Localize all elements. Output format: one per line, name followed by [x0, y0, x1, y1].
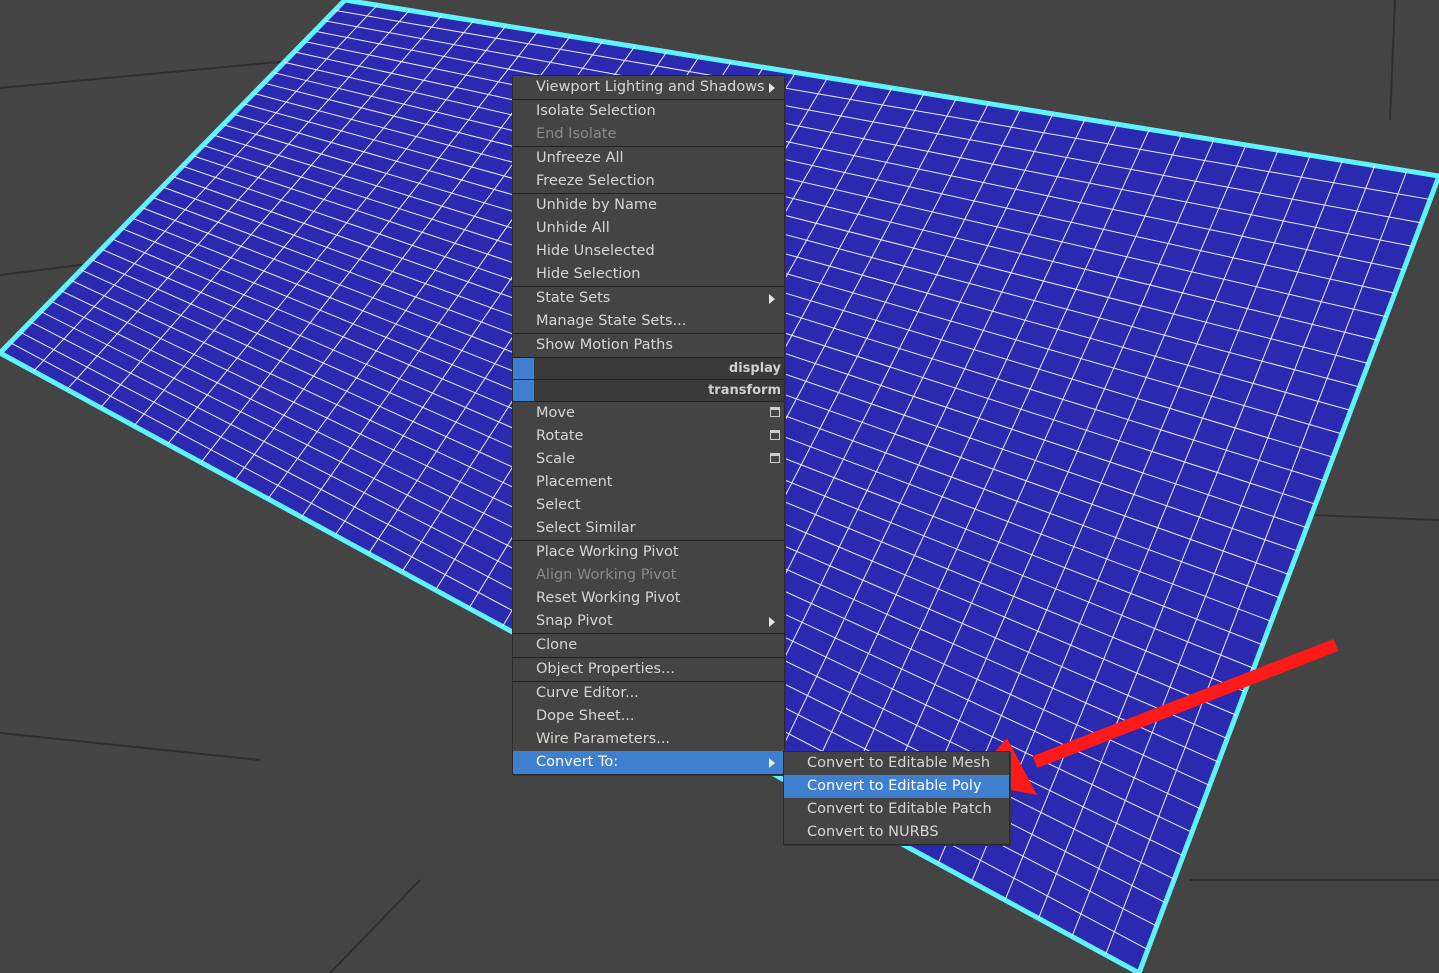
- submenu-arrow-icon: [769, 617, 775, 627]
- quad-header-transform[interactable]: transform: [513, 379, 784, 401]
- menu-item-reset-working-pivot[interactable]: Reset Working Pivot: [513, 587, 784, 610]
- menu-item-convert-to[interactable]: Convert To:: [513, 751, 784, 774]
- menu-item-convert-editable-mesh[interactable]: Convert to Editable Mesh: [784, 752, 1009, 775]
- submenu-arrow-icon: [769, 294, 775, 304]
- menu-item-select-similar[interactable]: Select Similar: [513, 517, 784, 540]
- menu-item-dope-sheet[interactable]: Dope Sheet...: [513, 705, 784, 728]
- menu-item-placement[interactable]: Placement: [513, 471, 784, 494]
- menu-item-curve-editor[interactable]: Curve Editor...: [513, 681, 784, 705]
- menu-item-isolate-selection[interactable]: Isolate Selection: [513, 99, 784, 123]
- quad-menu: Viewport Lighting and Shadows Isolate Se…: [512, 75, 785, 775]
- menu-item-select[interactable]: Select: [513, 494, 784, 517]
- quad-color-block: [513, 358, 534, 379]
- quad-color-block: [513, 380, 534, 401]
- menu-item-hide-unselected[interactable]: Hide Unselected: [513, 240, 784, 263]
- quad-header-display[interactable]: display: [513, 357, 784, 379]
- menu-item-convert-editable-poly[interactable]: Convert to Editable Poly: [784, 775, 1009, 798]
- settings-box-icon[interactable]: [770, 430, 780, 440]
- menu-item-align-working-pivot[interactable]: Align Working Pivot: [513, 564, 784, 587]
- menu-item-hide-selection[interactable]: Hide Selection: [513, 263, 784, 286]
- menu-item-place-working-pivot[interactable]: Place Working Pivot: [513, 540, 784, 564]
- menu-item-unhide-by-name[interactable]: Unhide by Name: [513, 193, 784, 217]
- menu-item-rotate[interactable]: Rotate: [513, 425, 784, 448]
- submenu-arrow-icon: [769, 83, 775, 93]
- menu-item-unhide-all[interactable]: Unhide All: [513, 217, 784, 240]
- menu-item-convert-editable-patch[interactable]: Convert to Editable Patch: [784, 798, 1009, 821]
- menu-item-convert-nurbs[interactable]: Convert to NURBS: [784, 821, 1009, 844]
- settings-box-icon[interactable]: [770, 407, 780, 417]
- menu-item-object-properties[interactable]: Object Properties...: [513, 657, 784, 681]
- menu-item-unfreeze-all[interactable]: Unfreeze All: [513, 146, 784, 170]
- menu-item-show-motion-paths[interactable]: Show Motion Paths: [513, 333, 784, 357]
- menu-item-end-isolate[interactable]: End Isolate: [513, 123, 784, 146]
- menu-item-scale[interactable]: Scale: [513, 448, 784, 471]
- menu-item-snap-pivot[interactable]: Snap Pivot: [513, 610, 784, 633]
- menu-item-manage-state-sets[interactable]: Manage State Sets...: [513, 310, 784, 333]
- menu-item-viewport-lighting[interactable]: Viewport Lighting and Shadows: [513, 76, 784, 99]
- menu-item-move[interactable]: Move: [513, 401, 784, 425]
- convert-to-submenu: Convert to Editable Mesh Convert to Edit…: [783, 751, 1010, 845]
- menu-item-clone[interactable]: Clone: [513, 633, 784, 657]
- menu-item-freeze-selection[interactable]: Freeze Selection: [513, 170, 784, 193]
- menu-item-wire-parameters[interactable]: Wire Parameters...: [513, 728, 784, 751]
- submenu-arrow-icon: [769, 758, 775, 768]
- settings-box-icon[interactable]: [770, 453, 780, 463]
- menu-item-state-sets[interactable]: State Sets: [513, 286, 784, 310]
